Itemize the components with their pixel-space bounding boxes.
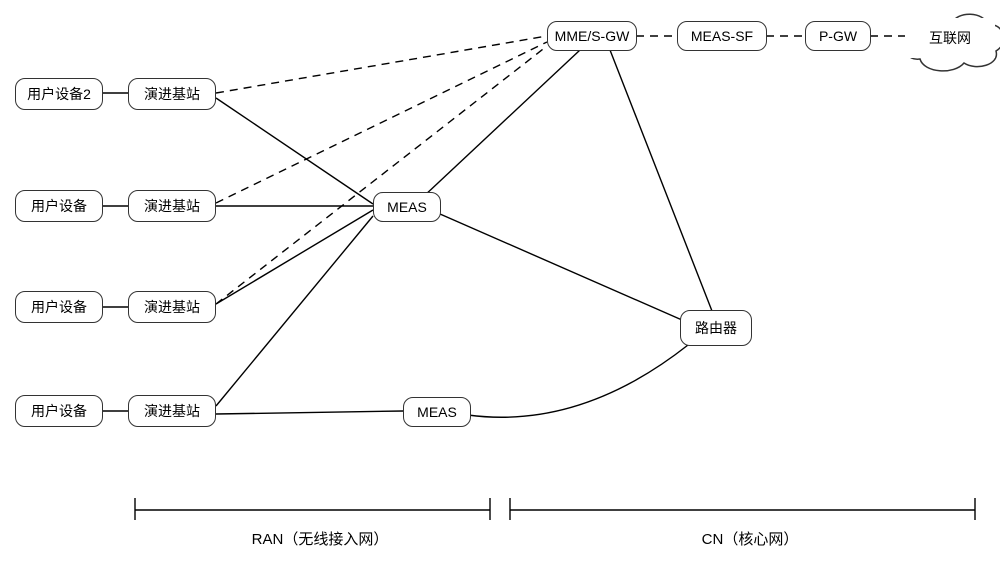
node-label: MME/S-GW — [555, 28, 630, 45]
edge-enb4-meas2 — [216, 411, 403, 414]
node-label: 用户设备 — [31, 403, 87, 420]
annotation-ran: RAN（无线接入网） — [230, 528, 410, 549]
node-label: 演进基站 — [144, 86, 200, 103]
node-meas2: MEAS — [403, 397, 471, 427]
node-label: MEAS — [417, 404, 457, 421]
node-label: 用户设备 — [31, 299, 87, 316]
node-label: MEAS — [387, 199, 427, 216]
edge-enb3-mme — [216, 46, 547, 304]
node-mme: MME/S-GW — [547, 21, 637, 51]
node-enb4: 演进基站 — [128, 395, 216, 427]
node-ue-b: 用户设备 — [15, 291, 103, 323]
edge-meas1-mme — [423, 50, 580, 197]
node-meas1: MEAS — [373, 192, 441, 222]
node-enb3: 演进基站 — [128, 291, 216, 323]
edge-enb4-meas1 — [216, 216, 373, 406]
node-label: 用户设备 — [31, 198, 87, 215]
edge-enb1-meas1 — [216, 98, 373, 204]
annotation-text: RAN（无线接入网） — [252, 531, 389, 548]
annotation-text: CN（核心网） — [702, 531, 799, 548]
node-internet: 互联网 — [905, 18, 995, 58]
node-router: 路由器 — [680, 310, 752, 346]
node-label: 用户设备2 — [27, 86, 91, 103]
node-enb1: 演进基站 — [128, 78, 216, 110]
node-enb2: 演进基站 — [128, 190, 216, 222]
node-label: 互联网 — [929, 28, 971, 48]
node-label: 演进基站 — [144, 198, 200, 215]
node-ue2: 用户设备2 — [15, 78, 103, 110]
edge-enb2-mme — [216, 42, 547, 203]
diagram-stage: .l { stroke:#000; stroke-width:1.4; fill… — [0, 0, 1000, 585]
node-label: 路由器 — [695, 320, 737, 337]
node-ue-a: 用户设备 — [15, 190, 103, 222]
edge-meas1-router — [440, 214, 682, 320]
node-label: P-GW — [819, 28, 857, 45]
edge-mme-router — [610, 50, 712, 311]
node-pgw: P-GW — [805, 21, 871, 51]
node-meassf: MEAS-SF — [677, 21, 767, 51]
node-label: 演进基站 — [144, 403, 200, 420]
edge-enb3-meas1 — [216, 210, 373, 304]
edge-enb1-mme — [216, 36, 547, 93]
node-ue-c: 用户设备 — [15, 395, 103, 427]
node-label: 演进基站 — [144, 299, 200, 316]
annotation-cn: CN（核心网） — [670, 528, 830, 549]
edge-meas2-router — [468, 345, 688, 417]
node-label: MEAS-SF — [691, 28, 753, 45]
